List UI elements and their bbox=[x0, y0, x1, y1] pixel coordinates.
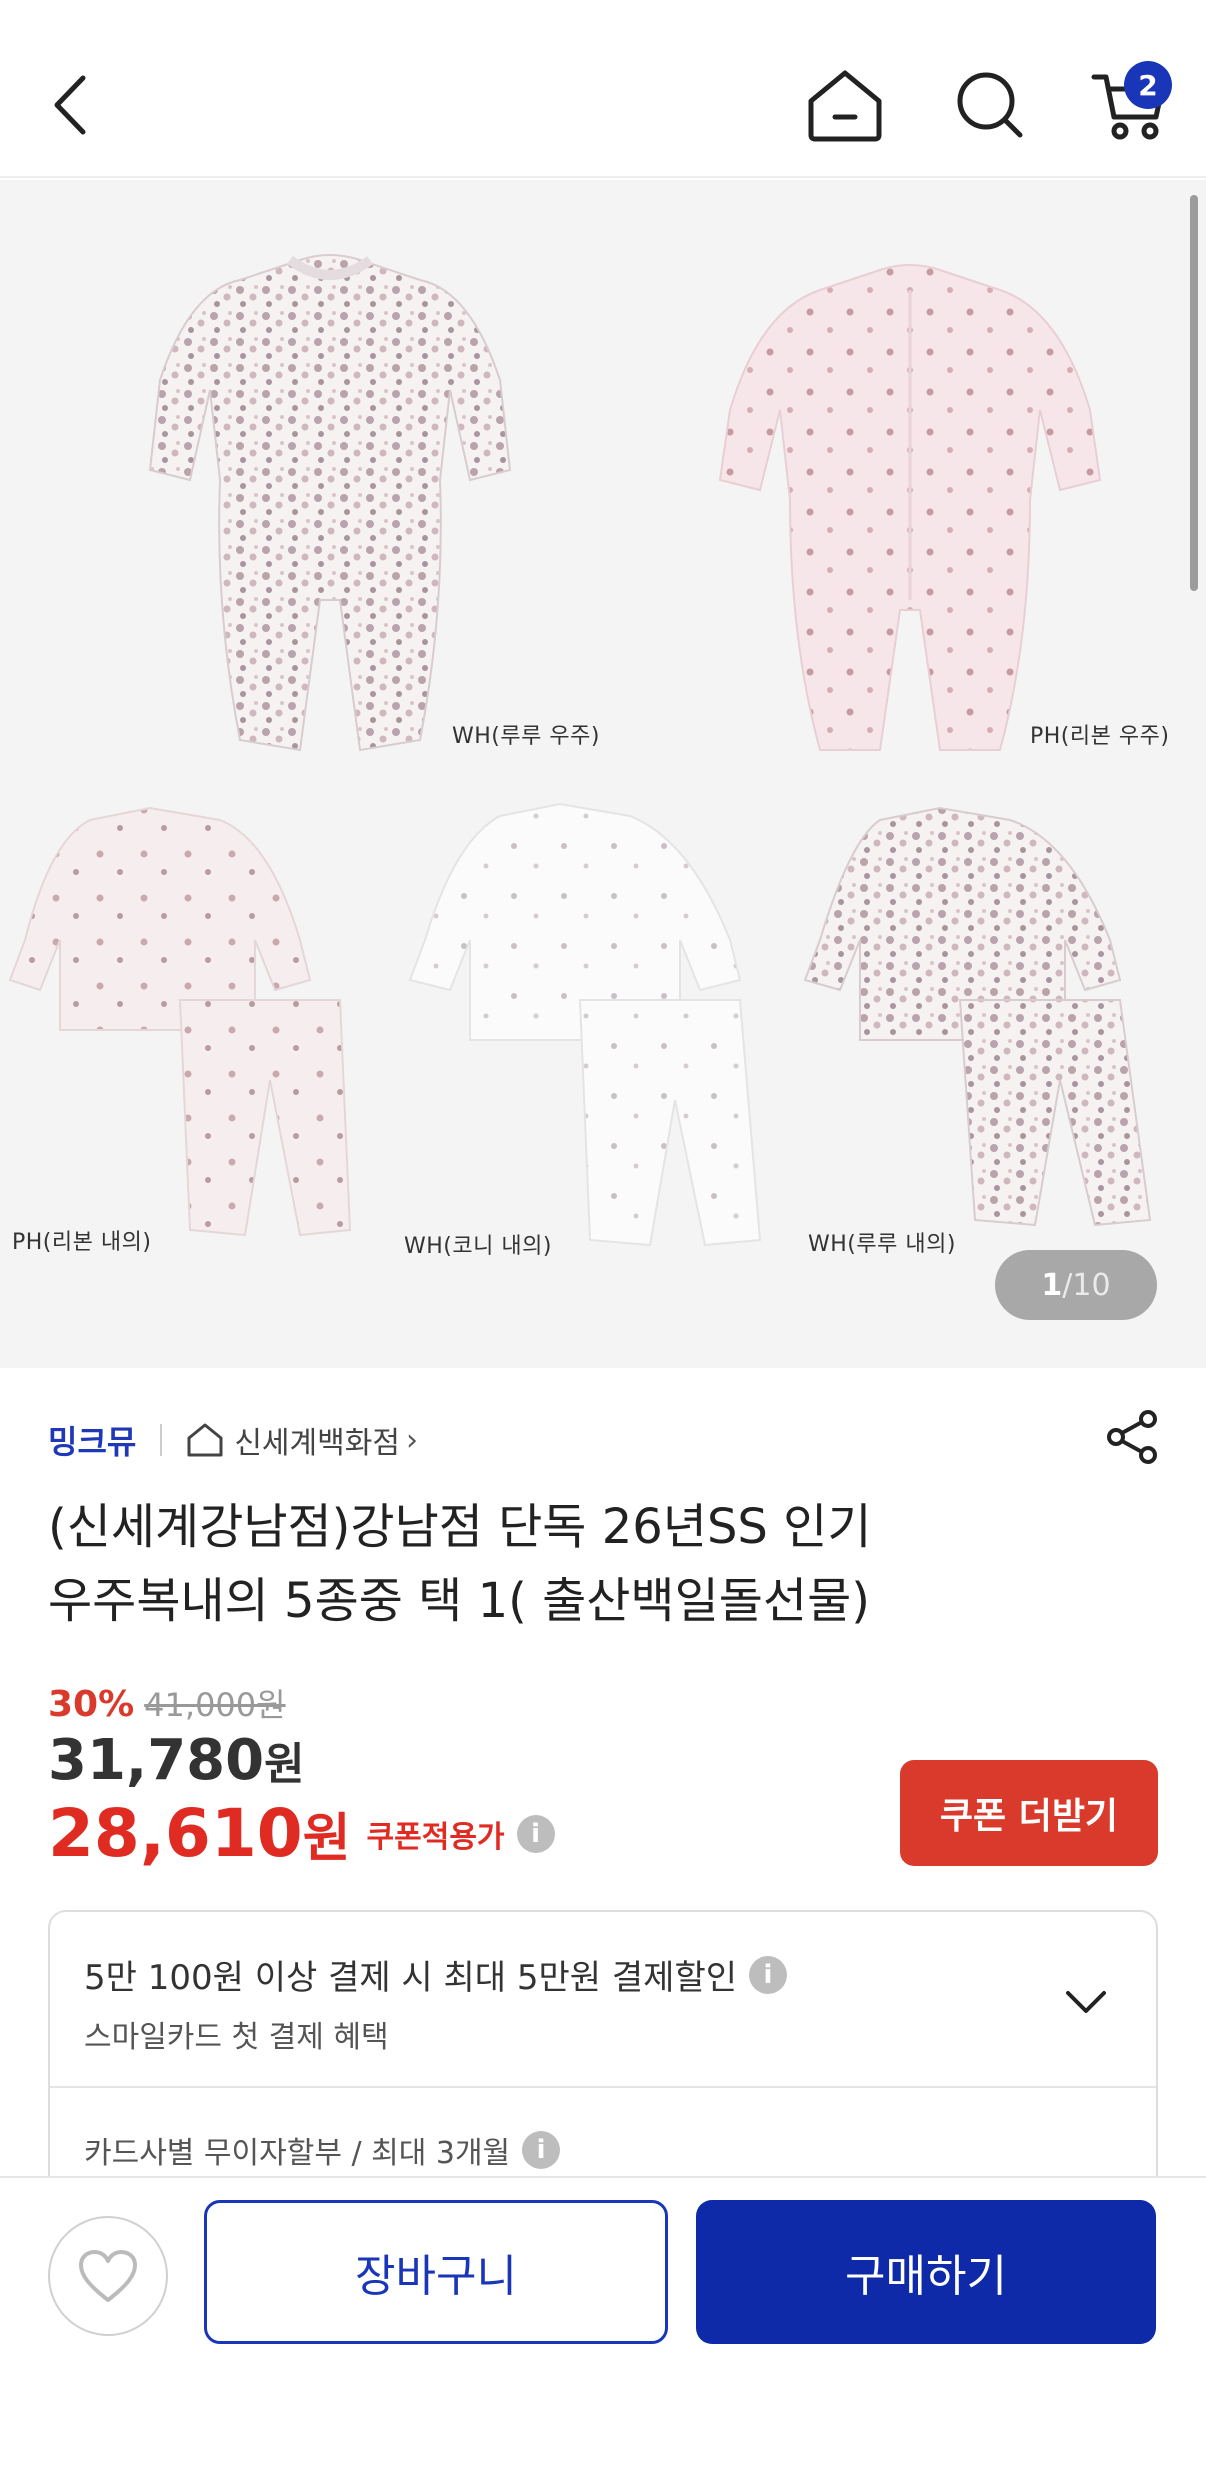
store-name: 신세계백화점 bbox=[234, 1426, 400, 1461]
product-title: (신세계강남점)강남점 단독 26년SS 인기 우주복내의 5종중 택 1( 출… bbox=[48, 1499, 872, 1629]
garment-set-cream bbox=[8, 806, 352, 1237]
brand-row: 밍크뮤 신세계백화점 › bbox=[48, 1410, 1158, 1470]
top-navigation-bar: 2 bbox=[0, 0, 1206, 178]
brand-link[interactable]: 밍크뮤 bbox=[48, 1417, 136, 1463]
back-button[interactable] bbox=[30, 60, 110, 150]
home-button[interactable] bbox=[795, 60, 895, 150]
store-home-icon bbox=[187, 1423, 223, 1457]
coupon-price-row: 28,610원 쿠폰적용가 i bbox=[48, 1795, 555, 1872]
divider bbox=[160, 1424, 163, 1456]
garment-label-3: PH(리본 내의) bbox=[12, 1230, 152, 1255]
benefit-sub: 스마일카드 첫 결제 혜택 bbox=[84, 2020, 389, 2055]
sale-price: 31,780원 bbox=[48, 1728, 305, 1793]
wishlist-button[interactable] bbox=[48, 2216, 168, 2336]
chevron-right-icon: › bbox=[405, 1422, 418, 1458]
chevron-down-icon bbox=[1066, 1991, 1106, 2013]
add-to-cart-button[interactable]: 장바구니 bbox=[204, 2200, 668, 2344]
discount-row: 30% 41,000원 bbox=[48, 1680, 286, 1726]
search-button[interactable] bbox=[940, 60, 1040, 150]
store-link[interactable]: 신세계백화점 › bbox=[186, 1418, 418, 1462]
cart-count-badge: 2 bbox=[1124, 61, 1172, 109]
payment-benefits-box: 5만 100원 이상 결제 시 최대 5만원 결제할인 i 스마일카드 첫 결제… bbox=[48, 1910, 1158, 2210]
product-image-gallery[interactable]: WH(루루 우주) PH(리본 우주) PH(리본 내의) WH(코니 내의) … bbox=[0, 180, 1206, 1368]
installment-row: 카드사별 무이자할부 / 최대 3개월 i bbox=[84, 2128, 561, 2172]
cart-button[interactable]: 2 bbox=[1080, 55, 1180, 150]
buy-now-button[interactable]: 구매하기 bbox=[696, 2200, 1156, 2344]
share-icon bbox=[1107, 1410, 1157, 1464]
share-button[interactable] bbox=[1100, 1405, 1164, 1469]
garment-label-2: PH(리본 우주) bbox=[1030, 724, 1170, 749]
coupon-more-button[interactable]: 쿠폰 더받기 bbox=[900, 1760, 1158, 1866]
heart-icon bbox=[79, 2250, 137, 2302]
garment-set-white bbox=[408, 802, 762, 1247]
garment-label-1: WH(루루 우주) bbox=[452, 724, 600, 749]
benefit-main: 5만 100원 이상 결제 시 최대 5만원 결제할인 i bbox=[84, 1950, 788, 1999]
garment-label-4: WH(코니 내의) bbox=[404, 1234, 552, 1259]
search-icon bbox=[957, 72, 1023, 138]
garment-romper-pink bbox=[718, 264, 1102, 751]
original-price: 41,000원 bbox=[144, 1686, 286, 1724]
chevron-left-icon bbox=[54, 75, 86, 135]
garment-romper-floral bbox=[148, 254, 512, 752]
image-page-indicator: 1/10 bbox=[995, 1250, 1157, 1320]
garment-label-5: WH(루루 내의) bbox=[808, 1232, 956, 1257]
product-image bbox=[8, 254, 1152, 1247]
bottom-action-bar: 장바구니 구매하기 bbox=[0, 2176, 1206, 2470]
info-icon[interactable]: i bbox=[522, 2131, 561, 2169]
coupon-price: 28,610원 bbox=[48, 1795, 351, 1872]
coupon-price-label: 쿠폰적용가 bbox=[366, 1819, 505, 1855]
scrollbar[interactable] bbox=[1190, 195, 1198, 591]
discount-percent: 30% bbox=[48, 1684, 135, 1725]
garment-set-floral bbox=[803, 806, 1152, 1227]
card-benefit-row[interactable]: 5만 100원 이상 결제 시 최대 5만원 결제할인 i 스마일카드 첫 결제… bbox=[50, 1912, 1156, 2088]
info-icon[interactable]: i bbox=[516, 1814, 555, 1853]
info-icon[interactable]: i bbox=[749, 1955, 788, 1994]
home-icon bbox=[808, 70, 882, 142]
expand-button[interactable] bbox=[1056, 1972, 1116, 2032]
